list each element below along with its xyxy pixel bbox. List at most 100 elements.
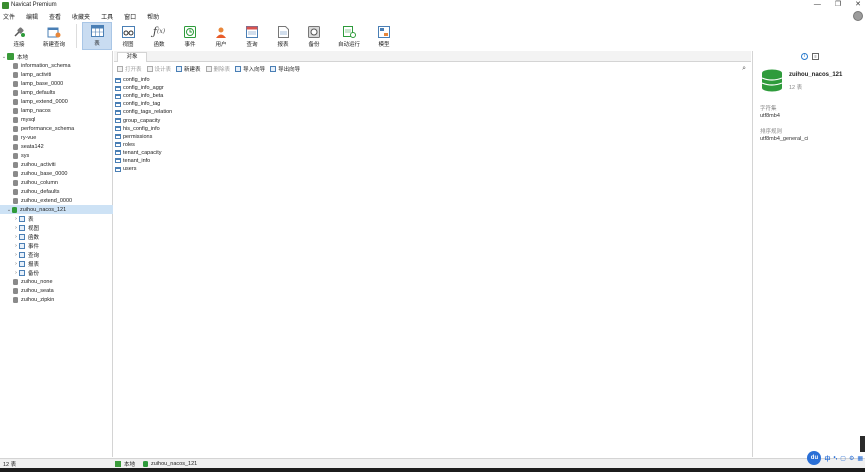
table-label: 表: [94, 41, 100, 47]
automation-button[interactable]: 自动运行: [330, 22, 368, 50]
table-name: group_capacity: [123, 117, 161, 124]
table-list-item[interactable]: tenant_capacity: [114, 149, 172, 157]
info-panel: i ≡ zuihou_nacos_121 12 表 字符集 utf8mb4 排序…: [752, 51, 865, 457]
function-button[interactable]: ƒ (x) 函数: [144, 22, 174, 50]
tree-object-group[interactable]: › 表: [13, 214, 34, 223]
table-list-item[interactable]: config_info_beta: [114, 92, 172, 100]
tree-database-item[interactable]: performance_schema: [13, 124, 74, 133]
ime-punctuation-indicator[interactable]: •,: [833, 455, 837, 461]
query-button[interactable]: 查询: [237, 22, 267, 50]
user-button[interactable]: 用户: [206, 22, 236, 50]
search-icon[interactable]: ⌕: [742, 65, 746, 73]
report-button[interactable]: 报表: [268, 22, 298, 50]
tree-database-item[interactable]: zuihou_activiti: [13, 160, 56, 169]
tree-object-group[interactable]: › 函数: [13, 232, 39, 241]
table-list-item[interactable]: config_info: [114, 76, 172, 84]
table-list-item[interactable]: permissions: [114, 133, 172, 141]
menu-file[interactable]: 文件: [3, 12, 15, 21]
maximize-button[interactable]: ❐: [835, 0, 841, 10]
delete-table-button[interactable]: 删除表: [205, 65, 230, 73]
table-list-item[interactable]: config_info_aggr: [114, 84, 172, 92]
new-query-button[interactable]: 新建查询: [35, 22, 73, 50]
main-toolbar: 连接 新建查询 表 视图 ƒ (x) 函数 事件 用户 查询 报表 备份 自动运…: [0, 22, 865, 50]
tree-database-item[interactable]: zuihou_seata: [13, 286, 54, 295]
info-db-name: zuihou_nacos_121: [789, 72, 843, 78]
database-icon: [13, 179, 18, 186]
tree-database-item[interactable]: lamp_defaults: [13, 88, 55, 97]
info-icon[interactable]: i: [801, 53, 808, 60]
table-list-item[interactable]: users: [114, 165, 172, 173]
menu-window[interactable]: 窗口: [124, 12, 136, 21]
model-button[interactable]: 模型: [369, 22, 399, 50]
tree-database-item[interactable]: lamp_extend_0000: [13, 97, 68, 106]
ime-skin-icon[interactable]: ▢: [840, 455, 846, 462]
database-icon: [13, 134, 18, 141]
scrollbar-handle[interactable]: [860, 436, 865, 452]
ime-toolbox-icon[interactable]: ▦: [857, 455, 863, 462]
menu-favorites[interactable]: 收藏夹: [72, 12, 90, 21]
database-label: zuihou_activiti: [21, 161, 56, 168]
tree-object-group[interactable]: › 报表: [13, 259, 39, 268]
table-list-item[interactable]: his_config_info: [114, 125, 172, 133]
status-bar: 12 表 本地 zuihou_nacos_121: [0, 458, 865, 468]
database-label: zuihou_extend_0000: [21, 197, 73, 204]
new-query-label: 新建查询: [42, 42, 65, 48]
tree-database-item[interactable]: lamp_nacos: [13, 106, 51, 115]
table-list-item[interactable]: config_tags_relation: [114, 108, 172, 116]
tree-database-item[interactable]: zuihou_extend_0000: [13, 196, 72, 205]
connect-button[interactable]: 连接: [4, 22, 34, 50]
tree-db-open[interactable]: ⌄ zuihou_nacos_121: [0, 205, 113, 214]
menu-tools[interactable]: 工具: [101, 12, 113, 21]
tree-object-group[interactable]: › 备份: [13, 268, 39, 277]
table-icon: [115, 158, 121, 164]
database-label: lamp_defaults: [21, 89, 56, 96]
event-button[interactable]: 事件: [175, 22, 205, 50]
baidu-input-icon[interactable]: du: [807, 451, 822, 465]
tree-database-item[interactable]: seata142: [13, 142, 44, 151]
design-table-button[interactable]: 设计表: [146, 65, 171, 73]
tree-database-item[interactable]: zuihou_base_0000: [13, 169, 68, 178]
open-table-button[interactable]: 打开表: [117, 65, 142, 73]
tree-object-group[interactable]: › 查询: [13, 250, 39, 259]
tree-database-item[interactable]: zuihou_column: [13, 178, 58, 187]
close-button[interactable]: ✕: [855, 0, 861, 10]
table-list-item[interactable]: group_capacity: [114, 116, 172, 124]
export-wizard-button[interactable]: 导出向导: [270, 65, 300, 73]
table-list-item[interactable]: config_info_tag: [114, 100, 172, 108]
user-label: 用户: [215, 42, 227, 48]
tree-object-group[interactable]: › 事件: [13, 241, 39, 250]
table-name: config_info_aggr: [123, 85, 164, 92]
tree-object-group[interactable]: › 视图: [13, 223, 39, 232]
object-group-label: 表: [28, 216, 34, 223]
tree-database-item[interactable]: information_schema: [13, 61, 71, 70]
database-label: zuihou_defaults: [21, 188, 60, 195]
table-name: roles: [123, 141, 135, 148]
table-list-item[interactable]: roles: [114, 141, 172, 149]
account-avatar-icon[interactable]: [853, 11, 863, 21]
backup-button[interactable]: 备份: [299, 22, 329, 50]
tree-database-item[interactable]: lamp_base_0000: [13, 79, 63, 88]
tree-database-item[interactable]: zuihou_none: [13, 277, 53, 286]
new-table-button[interactable]: 新建表: [176, 65, 201, 73]
tree-connection[interactable]: ⌄ 本地: [1, 52, 28, 61]
ime-language-indicator[interactable]: 中: [824, 454, 830, 463]
table-list-item[interactable]: tenant_info: [114, 157, 172, 165]
tree-database-item[interactable]: zuihou_zipkin: [13, 295, 54, 304]
menu-edit[interactable]: 编辑: [26, 12, 38, 21]
tree-database-item[interactable]: mysql: [13, 115, 35, 124]
menu-view[interactable]: 查看: [49, 12, 61, 21]
ddl-icon[interactable]: ≡: [812, 53, 819, 60]
tree-database-item[interactable]: lamp_activiti: [13, 70, 51, 79]
tree-database-item[interactable]: ry-vue: [13, 133, 36, 142]
ime-settings-icon[interactable]: ⚙: [849, 455, 854, 462]
menu-help[interactable]: 帮助: [147, 12, 159, 21]
import-wizard-button[interactable]: 导入向导: [235, 65, 265, 73]
query-icon: [245, 25, 259, 38]
table-button[interactable]: 表: [82, 22, 112, 50]
tab-objects[interactable]: 对象: [117, 52, 147, 62]
minimize-button[interactable]: —: [814, 0, 821, 10]
tree-database-item[interactable]: zuihou_defaults: [13, 187, 60, 196]
view-button[interactable]: 视图: [113, 22, 143, 50]
connection-label: 本地: [17, 54, 29, 61]
tree-database-item[interactable]: sys: [13, 151, 29, 160]
